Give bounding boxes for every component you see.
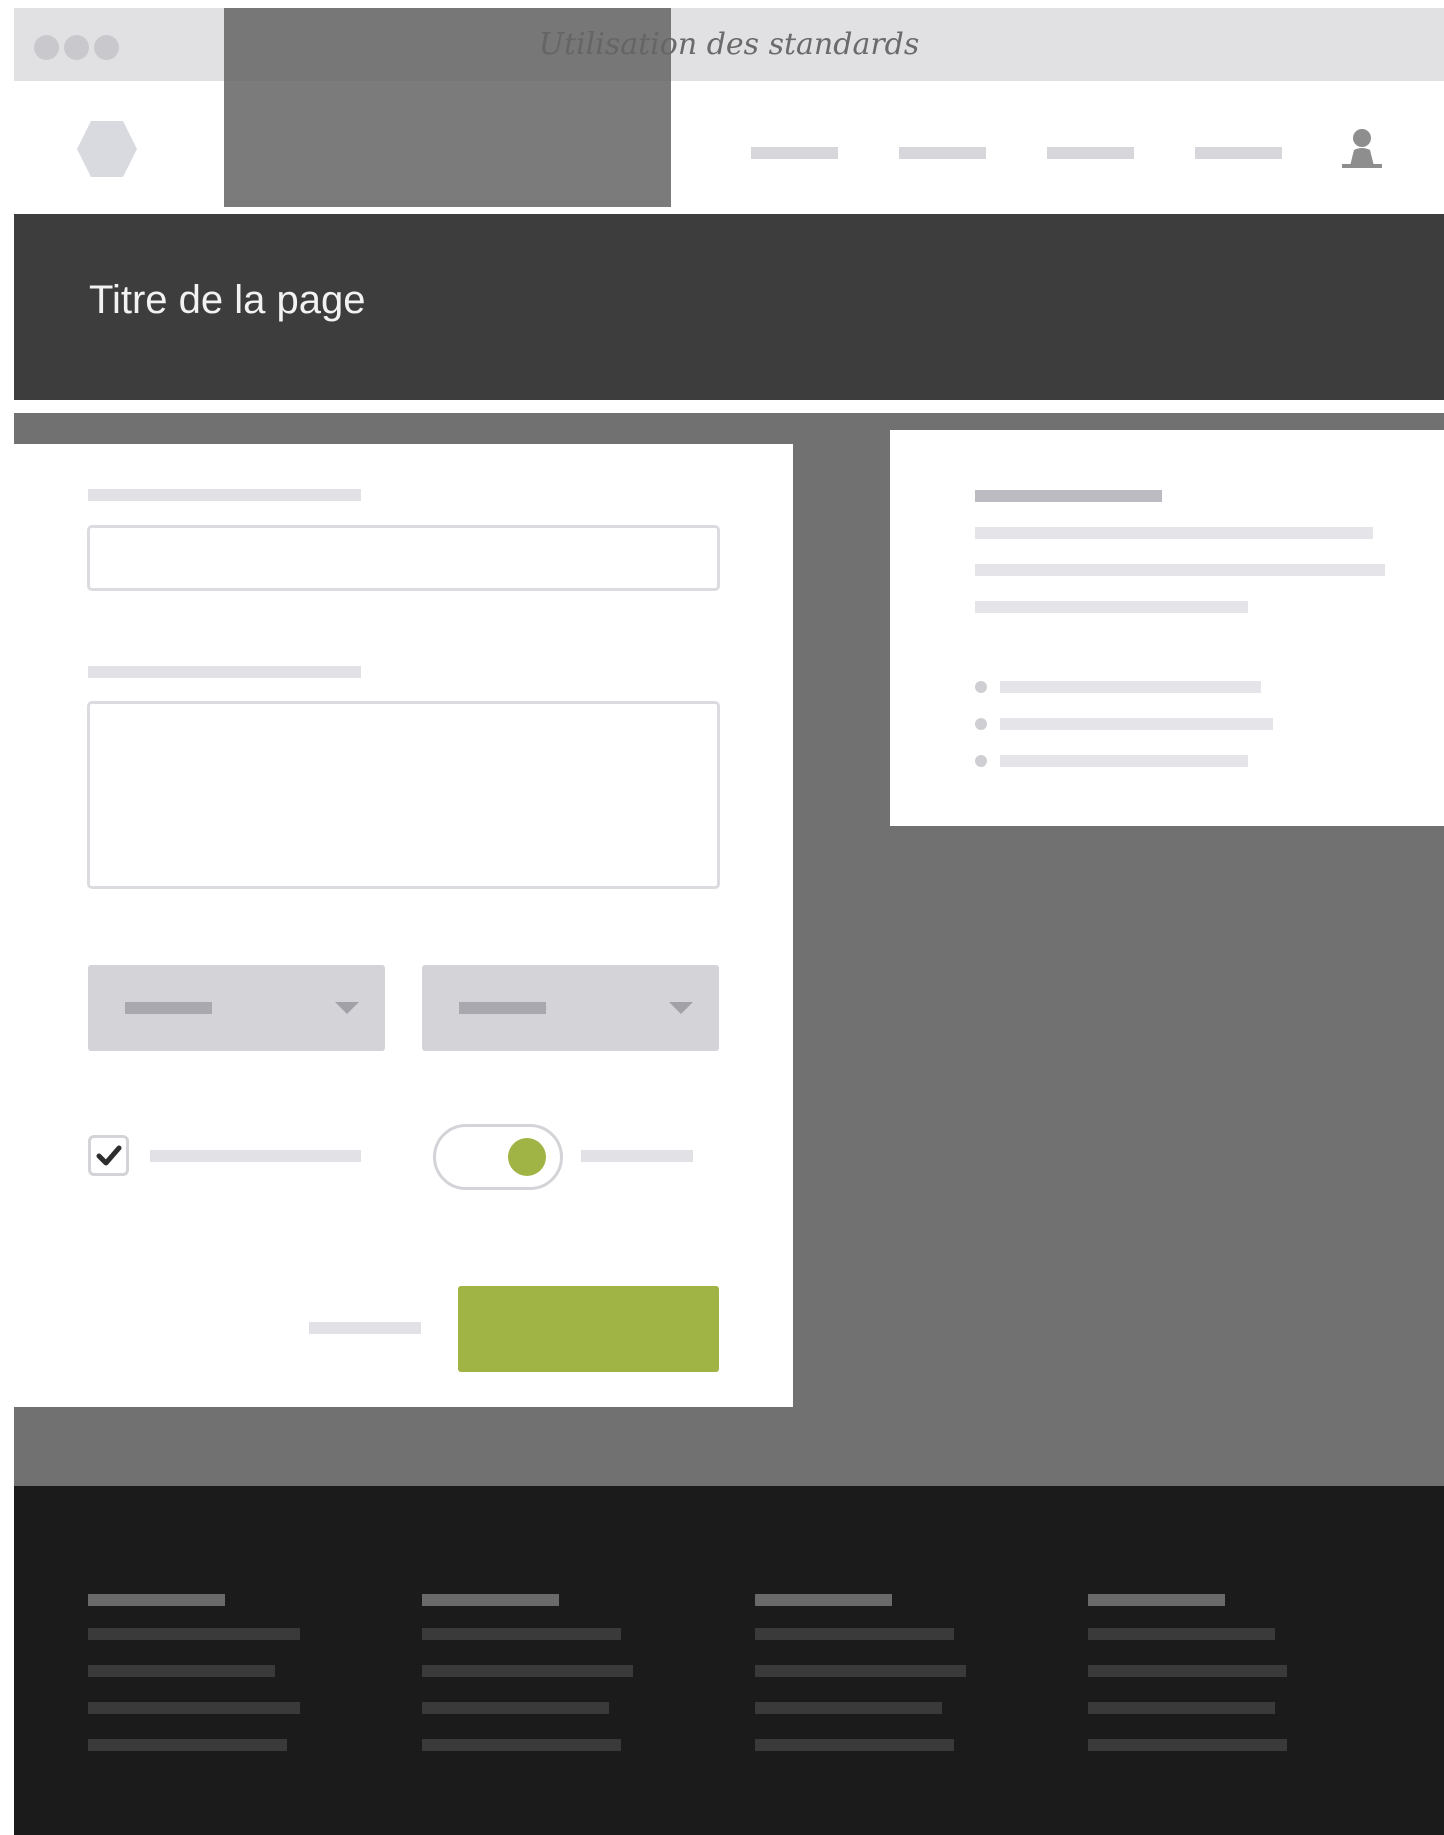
footer-link[interactable]: [422, 1665, 633, 1677]
bullet-item-3: [1000, 755, 1248, 767]
toggle-knob: [508, 1138, 546, 1176]
footer-link[interactable]: [1088, 1665, 1287, 1677]
bullet-icon: [975, 681, 987, 693]
field-label-2: [88, 666, 361, 678]
chevron-down-icon: [669, 1002, 693, 1014]
footer-link[interactable]: [1088, 1702, 1275, 1714]
submit-button[interactable]: [458, 1286, 719, 1372]
checkmark-icon: [96, 1145, 122, 1166]
footer-link[interactable]: [422, 1739, 621, 1751]
info-card-heading: [975, 490, 1162, 502]
textarea-field[interactable]: [87, 701, 720, 889]
footer-column-3-heading: [755, 1594, 892, 1606]
nav-item-1[interactable]: [751, 147, 838, 159]
text-input[interactable]: [87, 525, 720, 591]
nav-item-2[interactable]: [899, 147, 986, 159]
footer-link[interactable]: [755, 1628, 954, 1640]
select-value-placeholder: [125, 1002, 212, 1014]
footer-link[interactable]: [88, 1628, 300, 1640]
user-icon[interactable]: [1340, 126, 1384, 170]
info-text-line-1: [975, 527, 1373, 539]
form-card: [14, 444, 793, 1407]
cancel-link[interactable]: [309, 1322, 421, 1334]
checkbox[interactable]: [88, 1135, 129, 1176]
bullet-icon: [975, 755, 987, 767]
overlay-placeholder: [224, 8, 671, 207]
nav-item-3[interactable]: [1047, 147, 1134, 159]
footer-link[interactable]: [755, 1739, 954, 1751]
footer-column-4-heading: [1088, 1594, 1225, 1606]
info-text-line-3: [975, 601, 1248, 613]
nav-item-4[interactable]: [1195, 147, 1282, 159]
info-text-line-2: [975, 564, 1385, 576]
info-card: [890, 430, 1444, 826]
field-label-1: [88, 489, 361, 501]
bullet-item-2: [1000, 718, 1273, 730]
footer-link[interactable]: [1088, 1628, 1275, 1640]
footer-link[interactable]: [755, 1665, 966, 1677]
bullet-icon: [975, 718, 987, 730]
footer-column-1-heading: [88, 1594, 225, 1606]
page-title-band: Titre de la page: [14, 214, 1444, 400]
chevron-down-icon: [335, 1002, 359, 1014]
footer-link[interactable]: [88, 1739, 287, 1751]
select-dropdown-2[interactable]: [422, 965, 719, 1051]
checkbox-label: [150, 1150, 361, 1162]
page-title: Titre de la page: [89, 278, 366, 322]
hexagon-logo-icon[interactable]: [76, 119, 138, 179]
bullet-item-1: [1000, 681, 1261, 693]
browser-window: Utilisation des standards Titre de la pa…: [14, 8, 1444, 1835]
footer-column-2-heading: [422, 1594, 559, 1606]
footer-link[interactable]: [422, 1628, 621, 1640]
footer-link[interactable]: [422, 1702, 609, 1714]
footer-link[interactable]: [88, 1665, 275, 1677]
select-value-placeholder: [459, 1002, 546, 1014]
footer-link[interactable]: [88, 1702, 300, 1714]
toggle-switch[interactable]: [433, 1124, 563, 1190]
site-footer: [14, 1486, 1444, 1835]
toggle-label: [581, 1150, 693, 1162]
footer-link[interactable]: [755, 1702, 942, 1714]
select-dropdown-1[interactable]: [88, 965, 385, 1051]
footer-link[interactable]: [1088, 1739, 1287, 1751]
